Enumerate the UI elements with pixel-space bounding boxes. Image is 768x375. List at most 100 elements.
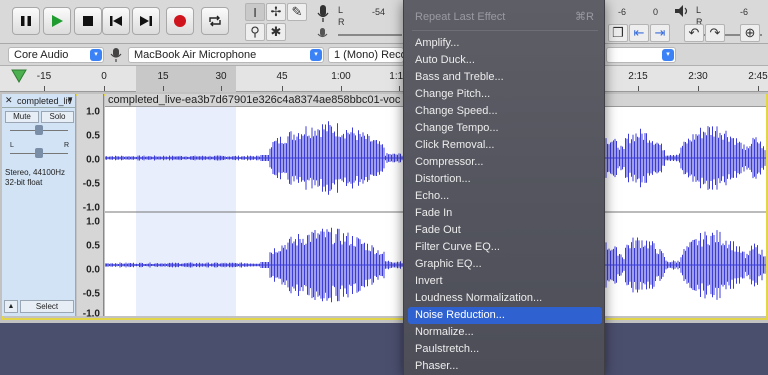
multi-tool-button[interactable]: ✱ <box>266 23 286 41</box>
menu-item-fade-out[interactable]: Fade Out <box>408 222 602 239</box>
menu-item-amplify[interactable]: Amplify... <box>408 35 602 52</box>
pause-icon <box>21 16 31 26</box>
vertical-scale: 1.0 0.5 0.0 -0.5 -1.0 1.0 0.5 0.0 -0.5 -… <box>77 94 104 320</box>
speaker-icon <box>674 4 690 21</box>
menu-item-click-removal[interactable]: Click Removal... <box>408 137 602 154</box>
trim-button[interactable]: ⇤ <box>629 24 649 42</box>
menu-item-normalize[interactable]: Normalize... <box>408 324 602 341</box>
skip-start-icon <box>110 16 122 26</box>
track-panel: ✕ completed_liv ▼ Mute Solo L R Stereo, … <box>0 92 768 323</box>
draw-tool-icon: ✎ <box>291 4 303 19</box>
play-head-icon[interactable] <box>11 69 27 86</box>
ruler-tick <box>44 86 45 91</box>
timeline-ruler[interactable]: -15 0 15 30 45 1:00 1:15 2:15 2:30 2:45 <box>0 66 768 92</box>
ruler-tick <box>758 86 759 91</box>
pan-slider-thumb[interactable] <box>35 148 43 158</box>
rec-volume-slider[interactable] <box>338 34 402 36</box>
ruler-tick-label: 1:00 <box>331 71 351 82</box>
menu-item-auto-duck[interactable]: Auto Duck... <box>408 52 602 69</box>
ruler-tick <box>399 86 400 91</box>
chevron-down-icon: ▾ <box>662 49 674 61</box>
menu-item-paulstretch[interactable]: Paulstretch... <box>408 341 602 358</box>
menu-item-echo[interactable]: Echo... <box>408 188 602 205</box>
pan-left-label: L <box>10 142 14 149</box>
envelope-tool-icon: ✢ <box>270 4 282 19</box>
ruler-tick-label: 30 <box>215 71 227 82</box>
skip-start-button[interactable] <box>102 7 130 35</box>
selection-tool-icon: I <box>253 4 257 20</box>
menu-item-fade-in[interactable]: Fade In <box>408 205 602 222</box>
play-meter-scale-label-a: -6 <box>618 7 627 17</box>
pause-button[interactable] <box>12 7 40 35</box>
menu-item-distortion[interactable]: Distortion... <box>408 171 602 188</box>
silence-button[interactable]: ⇥ <box>650 24 670 42</box>
skip-end-icon <box>140 16 152 26</box>
zoom-tool-button[interactable]: ⚲ <box>245 23 265 41</box>
menu-item-compressor[interactable]: Compressor... <box>408 154 602 171</box>
menu-item-noise-reduction[interactable]: Noise Reduction... <box>408 307 602 324</box>
mute-button[interactable]: Mute <box>5 111 39 123</box>
solo-button[interactable]: Solo <box>41 111 74 123</box>
menu-item-phaser[interactable]: Phaser... <box>408 358 602 375</box>
menu-separator <box>412 30 598 31</box>
scale-label: -0.5 <box>82 288 100 300</box>
close-icon[interactable]: ✕ <box>5 95 13 106</box>
collapse-button[interactable]: ▲ <box>4 300 18 313</box>
redo-button[interactable]: ↷ <box>705 24 725 42</box>
rec-meter-right-label: R <box>338 17 345 27</box>
play-meter-left-label: L <box>696 5 702 15</box>
menu-item-change-speed[interactable]: Change Speed... <box>408 103 602 120</box>
empty-track-area[interactable] <box>0 323 768 375</box>
playback-device-select[interactable]: ▾ <box>606 47 676 63</box>
menu-item-loudness-normalization[interactable]: Loudness Normalization... <box>408 290 602 307</box>
track-bitdepth: 32-bit float <box>5 178 43 187</box>
ruler-tick-label: -15 <box>36 71 52 82</box>
ruler-tick <box>221 86 222 91</box>
play-meter-scale-label-b: 0 <box>653 7 659 17</box>
menu-item-change-pitch[interactable]: Change Pitch... <box>408 86 602 103</box>
recording-channels-select[interactable]: 1 (Mono) Recor <box>328 47 404 63</box>
select-button[interactable]: Select <box>20 300 74 313</box>
track-name-menu[interactable]: ✕ completed_liv ▼ <box>2 94 76 108</box>
skip-end-button[interactable] <box>132 7 160 35</box>
chevron-down-icon: ▾ <box>90 49 102 61</box>
audio-host-select[interactable]: Core Audio ▾ <box>8 47 104 63</box>
play-button[interactable] <box>43 7 71 35</box>
menu-item-label: Repeat Last Effect <box>415 11 506 23</box>
menu-item-filter-curve-eq[interactable]: Filter Curve EQ... <box>408 239 602 256</box>
stop-icon <box>83 16 93 26</box>
ruler-tick-label: 0 <box>101 71 107 82</box>
menu-item-invert[interactable]: Invert <box>408 273 602 290</box>
menu-item-graphic-eq[interactable]: Graphic EQ... <box>408 256 602 273</box>
record-button[interactable] <box>166 7 194 35</box>
loop-button[interactable] <box>201 7 229 35</box>
scale-label: -0.5 <box>82 178 100 190</box>
scale-label: 0.0 <box>86 154 100 166</box>
copy-button[interactable]: ❐ <box>608 24 628 42</box>
silence-icon: ⇥ <box>654 25 666 40</box>
zoom-tool-icon: ⚲ <box>250 24 260 39</box>
pan-right-label: R <box>64 142 70 149</box>
scale-label: -1.0 <box>82 308 100 320</box>
scale-label: 1.0 <box>86 216 100 228</box>
selection-tool-button[interactable]: I <box>245 3 265 21</box>
menu-item-bass-and-treble[interactable]: Bass and Treble... <box>408 69 602 86</box>
envelope-tool-button[interactable]: ✢ <box>266 3 286 21</box>
record-icon <box>174 15 186 27</box>
loop-icon <box>209 15 221 27</box>
gain-slider-thumb[interactable] <box>35 125 43 135</box>
toolbar: I ✢ ✎ ⚲ ✱ L R -54 -6 0 L R -6 ❐ ⇤ ⇥ ↶ ↷ … <box>0 0 768 44</box>
ruler-tick-label: 45 <box>276 71 288 82</box>
ruler-tick <box>341 86 342 91</box>
chevron-down-icon: ▾ <box>310 49 322 61</box>
ruler-tick <box>282 86 283 91</box>
undo-button[interactable]: ↶ <box>684 24 704 42</box>
recording-device-select[interactable]: MacBook Air Microphone ▾ <box>128 47 324 63</box>
menu-item-repeat-last-effect[interactable]: Repeat Last Effect ⌘R <box>408 9 602 26</box>
menu-item-change-tempo[interactable]: Change Tempo... <box>408 120 602 137</box>
draw-tool-button[interactable]: ✎ <box>287 3 307 21</box>
ruler-tick <box>163 86 164 91</box>
undo-icon: ↶ <box>688 25 700 40</box>
stop-button[interactable] <box>74 7 102 35</box>
zoom-in-button[interactable]: ⊕ <box>740 24 760 42</box>
